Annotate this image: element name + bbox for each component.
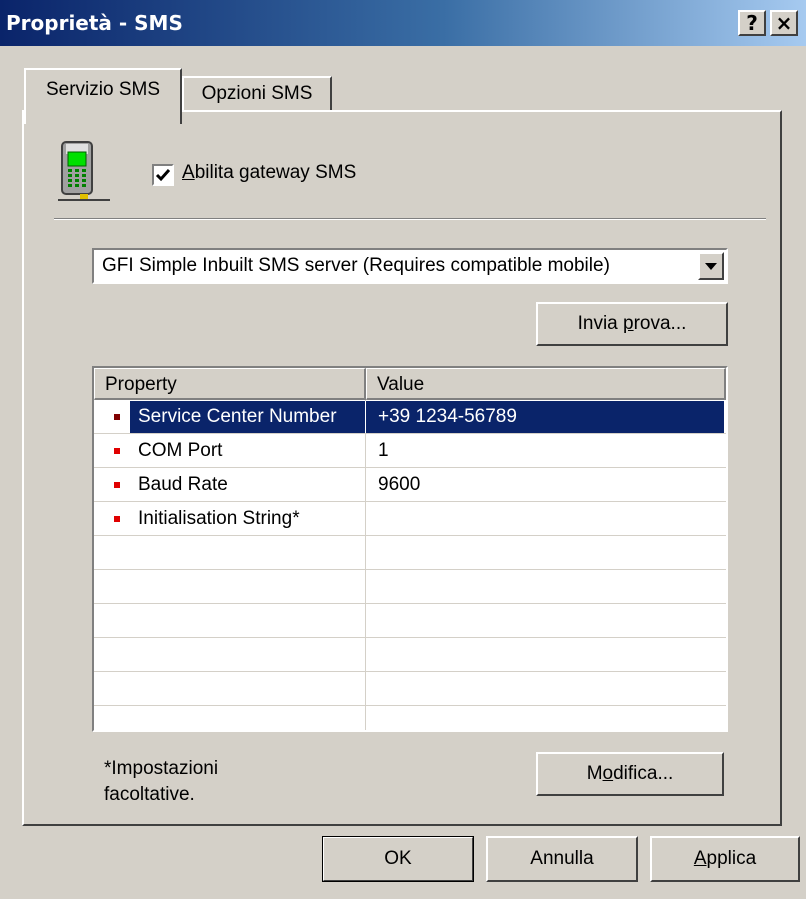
table-row[interactable]: COM Port 1 (94, 434, 726, 468)
value-cell: 9600 (378, 474, 421, 495)
separator (54, 218, 766, 220)
property-cell: Service Center Number (138, 406, 337, 427)
empty-row (94, 604, 726, 638)
optional-settings-note: *Impostazioni facoltative. (104, 758, 219, 805)
value-cell: +39 1234-56789 (378, 406, 517, 427)
empty-row (94, 570, 726, 604)
title-bar: Proprietà - SMS ? × (0, 0, 806, 46)
dropdown-button[interactable] (698, 252, 724, 280)
property-cell: Baud Rate (138, 474, 228, 495)
empty-row (94, 638, 726, 672)
mobile-phone-icon (58, 141, 110, 201)
bullet-icon (114, 482, 120, 488)
value-cell: 1 (378, 440, 389, 461)
property-table[interactable]: Property Value Service Center Number +39… (92, 366, 728, 732)
table-row[interactable]: Initialisation String* (94, 502, 726, 536)
empty-row (94, 536, 726, 570)
sms-server-select[interactable]: GFI Simple Inbuilt SMS server (Requires … (92, 248, 728, 284)
column-header-property[interactable]: Property (94, 368, 366, 400)
ok-button[interactable]: OK (322, 836, 474, 882)
table-row[interactable]: Service Center Number +39 1234-56789 (94, 400, 726, 434)
cancel-button[interactable]: Annulla (486, 836, 638, 882)
column-header-value[interactable]: Value (366, 368, 726, 400)
tab-opzioni-sms[interactable]: Opzioni SMS (182, 76, 332, 112)
table-row[interactable]: Baud Rate 9600 (94, 468, 726, 502)
help-button[interactable]: ? (738, 10, 766, 36)
bullet-icon (114, 516, 120, 522)
bullet-icon (114, 414, 120, 420)
bullet-icon (114, 448, 120, 454)
sms-server-selected-value: GFI Simple Inbuilt SMS server (Requires … (102, 255, 610, 276)
property-cell: COM Port (138, 440, 223, 461)
check-mark-icon (155, 169, 171, 182)
enable-gateway-label[interactable]: Abilita gateway SMS (182, 162, 356, 184)
empty-row (94, 706, 726, 730)
enable-gateway-checkbox[interactable] (152, 164, 174, 186)
apply-button[interactable]: Applica (650, 836, 800, 882)
send-test-button[interactable]: Invia prova... (536, 302, 728, 346)
window-title: Proprietà - SMS (6, 11, 183, 35)
tab-servizio-sms[interactable]: Servizio SMS (24, 68, 182, 124)
empty-row (94, 672, 726, 706)
close-button[interactable]: × (770, 10, 798, 36)
property-cell: Initialisation String* (138, 508, 300, 529)
chevron-down-icon (705, 263, 717, 270)
modify-button[interactable]: Modifica... (536, 752, 724, 796)
